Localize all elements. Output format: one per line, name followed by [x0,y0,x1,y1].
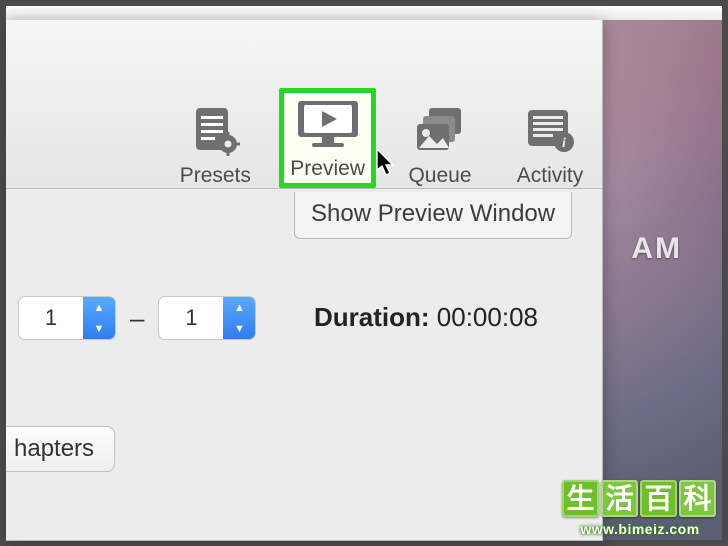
to-value: 1 [159,305,223,331]
from-stepper-buttons[interactable]: ▲ ▼ [83,297,115,339]
app-window: Presets [6,20,603,541]
queue-icon [411,104,469,158]
clock-ampm: AM [631,234,682,264]
presets-icon [186,104,244,158]
chapters-tab[interactable]: hapters [6,426,115,472]
watermark-char-1: 生 [562,480,599,517]
to-stepper-buttons[interactable]: ▲ ▼ [223,297,255,339]
activity-button[interactable]: i Activity [504,104,596,188]
presets-label: Presets [180,164,251,188]
preview-button[interactable]: Preview [279,88,376,188]
from-value: 1 [19,305,83,331]
chapter-range-row: 1 ▲ ▼ – 1 ▲ ▼ [18,296,256,340]
presets-button[interactable]: Presets [169,104,261,188]
toolbar: Presets [6,20,602,189]
watermark-url: www.bimeiz.com [562,522,718,536]
menu-bar [6,6,722,20]
chevron-up-icon[interactable]: ▲ [223,297,255,318]
window-body: 1 ▲ ▼ – 1 ▲ ▼ Duration: 00:00:08 hapters [6,188,602,540]
activity-icon: i [521,104,579,158]
watermark-logo: 生 活 百 科 www.bimeiz.com [562,480,718,536]
watermark-char-4: 科 [679,480,716,517]
duration-label: Duration: [314,302,430,332]
range-separator: – [130,303,144,334]
chevron-up-icon[interactable]: ▲ [83,297,115,318]
mouse-cursor-icon [376,148,398,178]
duration-value: 00:00:08 [437,302,538,332]
activity-label: Activity [517,164,584,188]
preview-icon [292,97,364,151]
to-stepper[interactable]: 1 ▲ ▼ [158,296,256,340]
queue-button[interactable]: Queue [394,104,486,188]
duration-row: Duration: 00:00:08 [314,302,538,333]
preview-label: Preview [290,157,365,181]
watermark-char-3: 百 [640,480,677,517]
watermark-char-2: 活 [601,480,638,517]
chevron-down-icon[interactable]: ▼ [223,318,255,339]
from-stepper[interactable]: 1 ▲ ▼ [18,296,116,340]
chevron-down-icon[interactable]: ▼ [83,318,115,339]
svg-text:i: i [562,136,566,151]
chapters-label: hapters [14,435,94,462]
queue-label: Queue [408,164,471,188]
